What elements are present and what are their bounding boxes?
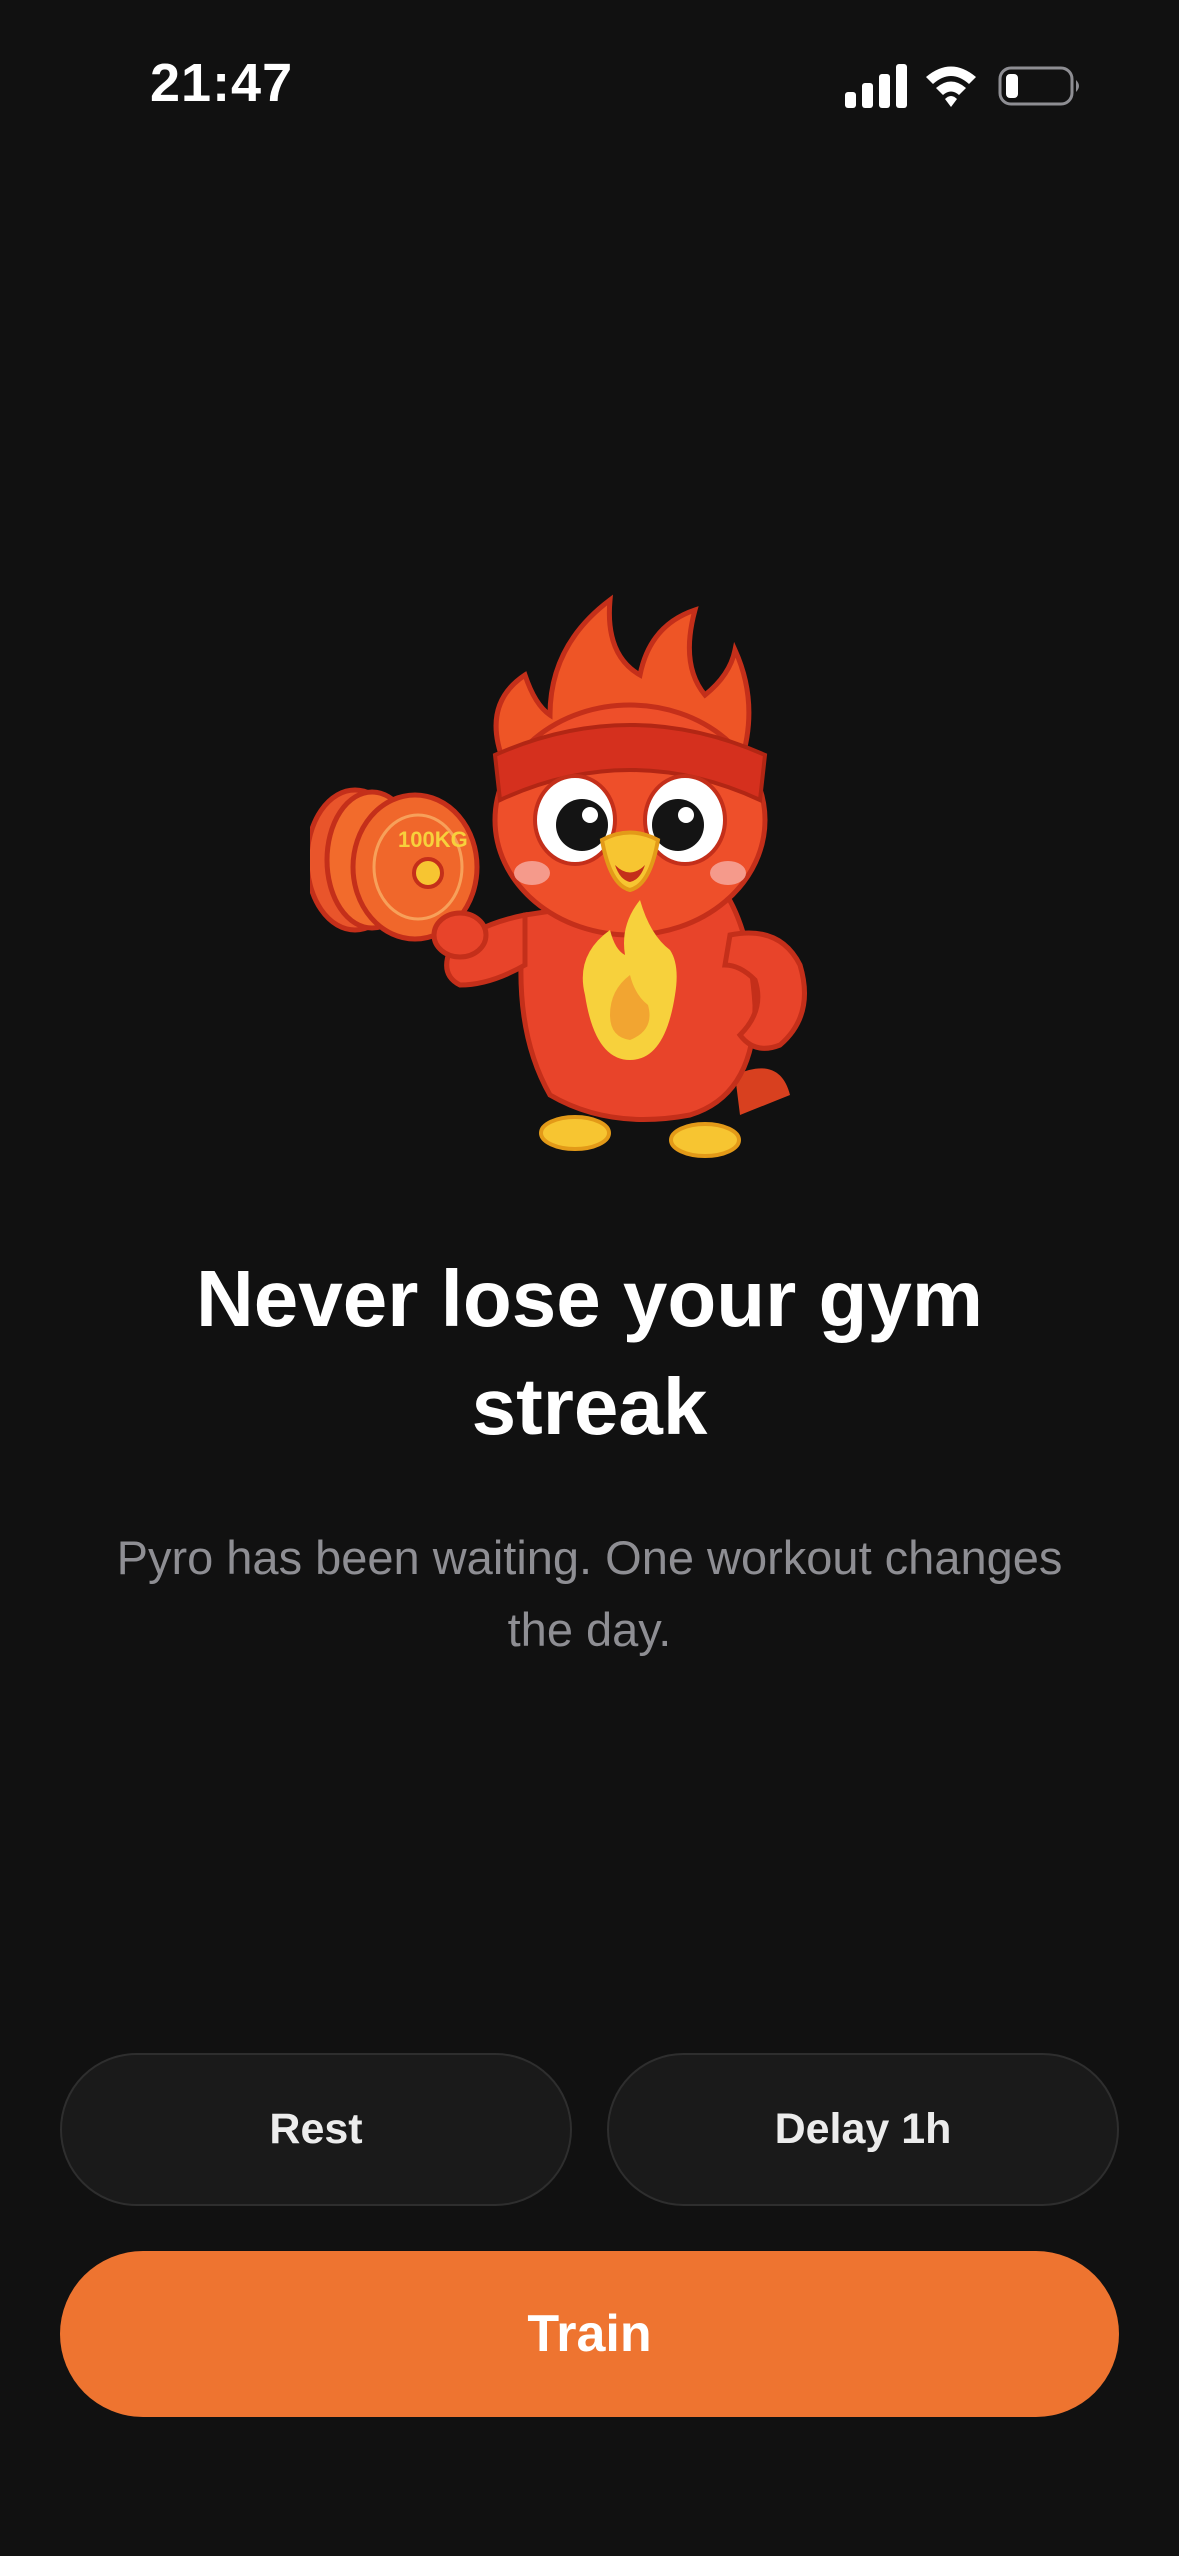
left-foot [539, 1115, 611, 1151]
right-foot [669, 1122, 741, 1158]
status-time: 21:47 [150, 53, 294, 113]
train-button[interactable]: Train [60, 2251, 1119, 2417]
headline: Never lose your gym streak [196, 1254, 983, 1451]
fire-mascot-illustration: 100KG [310, 594, 807, 1158]
wifi-icon [926, 66, 976, 107]
rest-button[interactable]: Rest [60, 2053, 572, 2206]
delay-1h-button[interactable]: Delay 1h [607, 2053, 1119, 2206]
status-bar: 21:47 [0, 0, 1179, 170]
battery-low-icon [998, 66, 1079, 106]
dumbbell-weight-label: 100KG [398, 827, 468, 852]
subtitle: Pyro has been waiting. One workout chang… [116, 1531, 1063, 1656]
cellular-signal-icon [845, 64, 907, 108]
